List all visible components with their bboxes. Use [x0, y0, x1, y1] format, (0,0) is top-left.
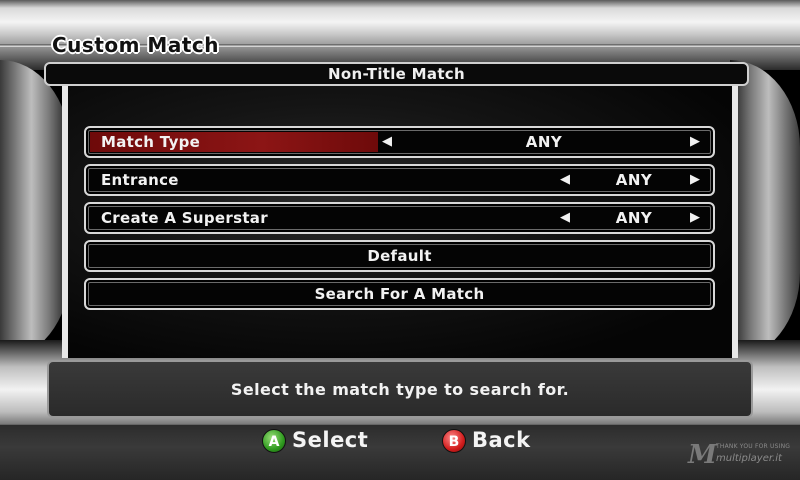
- option-label: Entrance: [101, 171, 179, 189]
- option-label: Create A Superstar: [101, 209, 268, 227]
- arrow-left-icon[interactable]: ◀: [382, 134, 392, 149]
- screen-title: Custom Match: [52, 33, 219, 57]
- arrow-left-icon[interactable]: ◀: [560, 210, 570, 225]
- back-prompt[interactable]: B Back: [442, 428, 552, 454]
- watermark-brand: multiplayer.it: [716, 453, 782, 464]
- footer-bar: [0, 424, 800, 480]
- arrow-right-icon[interactable]: ▶: [690, 172, 700, 187]
- arrow-right-icon[interactable]: ▶: [690, 210, 700, 225]
- watermark-logo: M THANK YOU FOR USING multiplayer.it: [688, 440, 796, 474]
- right-chrome-wing: [730, 60, 800, 360]
- b-button-icon: B: [442, 429, 466, 453]
- search-for-match-button[interactable]: Search For A Match: [84, 278, 715, 310]
- option-value: ANY: [615, 171, 653, 189]
- option-row-entrance[interactable]: Entrance ◀ ANY ▶: [84, 164, 715, 196]
- arrow-right-icon[interactable]: ▶: [690, 134, 700, 149]
- select-prompt[interactable]: A Select: [262, 428, 382, 454]
- option-label: Match Type: [101, 133, 201, 151]
- option-row-create-a-superstar[interactable]: Create A Superstar ◀ ANY ▶: [84, 202, 715, 234]
- arrow-left-icon[interactable]: ◀: [560, 172, 570, 187]
- select-label: Select: [292, 428, 369, 452]
- a-button-icon: A: [262, 429, 286, 453]
- help-bar: Select the match type to search for.: [47, 360, 753, 418]
- help-text: Select the match type to search for.: [230, 380, 570, 399]
- panel-header: Non-Title Match: [44, 62, 749, 86]
- default-button-label: Default: [367, 247, 432, 265]
- left-chrome-wing: [0, 60, 70, 360]
- option-row-match-type[interactable]: Match Type ◀ ANY ▶: [84, 126, 715, 158]
- option-value: ANY: [615, 209, 653, 227]
- watermark-tagline: THANK YOU FOR USING: [716, 443, 791, 450]
- option-value: ANY: [525, 133, 563, 151]
- watermark-logo-icon: M: [688, 440, 717, 470]
- default-button[interactable]: Default: [84, 240, 715, 272]
- panel-title: Non-Title Match: [328, 65, 465, 83]
- search-button-label: Search For A Match: [314, 285, 485, 303]
- back-label: Back: [472, 428, 531, 452]
